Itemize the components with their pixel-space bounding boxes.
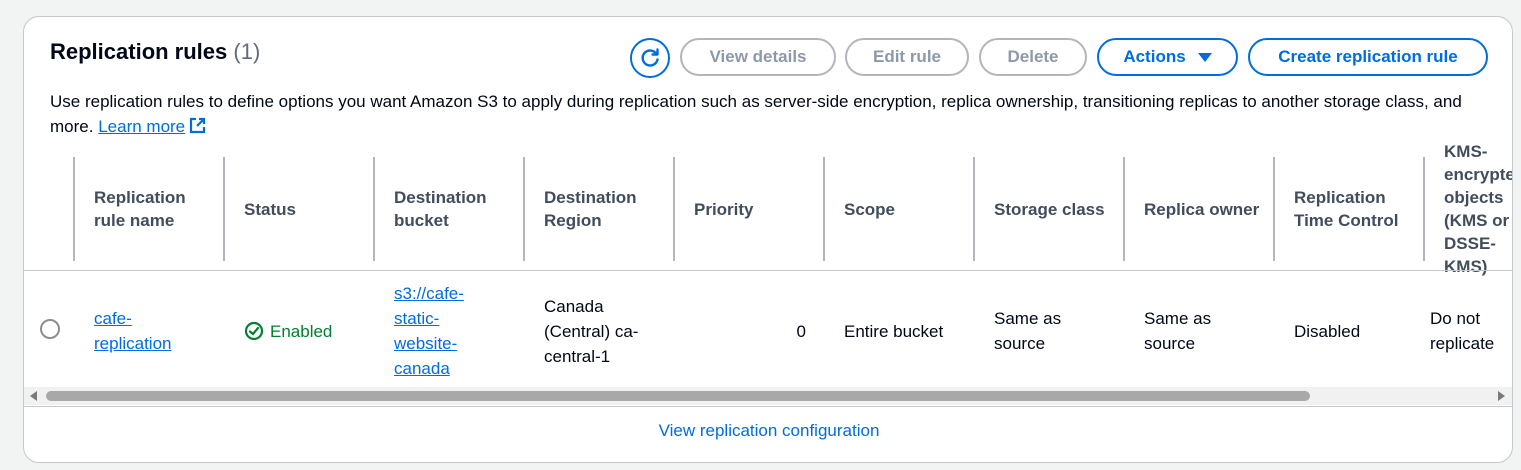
scroll-right-arrow-icon[interactable] — [1498, 391, 1505, 401]
column-label: KMS-encrypted objects (KMS or DSSE-KMS) — [1444, 142, 1512, 276]
scope-text: Entire bucket — [844, 321, 944, 341]
table-cell-priority: 0 — [694, 281, 806, 381]
page-title: Replication rules (1) — [50, 39, 260, 65]
column-label: Destination bucket — [394, 188, 487, 230]
replication-rules-panel: Replication rules (1) View details Edit … — [23, 16, 1513, 463]
column-divider — [673, 157, 675, 261]
view-replication-configuration-link[interactable]: View replication configuration — [659, 421, 880, 440]
kms-text: Do not replicate — [1430, 309, 1495, 353]
view-details-button[interactable]: View details — [680, 38, 836, 76]
row-select-radio[interactable] — [40, 319, 60, 339]
learn-more-label: Learn more — [98, 117, 186, 136]
create-replication-rule-button[interactable]: Create replication rule — [1248, 38, 1488, 76]
column-header-status[interactable]: Status — [244, 157, 369, 261]
table-cell-rtc: Disabled — [1294, 281, 1419, 381]
view-details-label: View details — [709, 47, 807, 66]
column-header-destination-region[interactable]: Destination Region — [544, 157, 669, 261]
refresh-icon — [641, 48, 659, 67]
column-header-rule-name[interactable]: Replication rule name — [94, 157, 219, 261]
column-header-replication-time-control[interactable]: Replication Time Control — [1294, 157, 1419, 261]
column-label: Storage class — [994, 199, 1105, 219]
table-cell-destination-region: Canada (Central) ca-central-1 — [544, 281, 649, 381]
column-divider — [973, 157, 975, 261]
rtc-text: Disabled — [1294, 321, 1361, 341]
column-header-replica-owner[interactable]: Replica owner — [1144, 157, 1269, 261]
refresh-button[interactable] — [630, 38, 670, 78]
column-divider — [523, 157, 525, 261]
replica-owner-text: Same as source — [1144, 309, 1212, 353]
description-text: Use replication rules to define options … — [50, 92, 1462, 136]
column-label: Status — [244, 199, 296, 219]
edit-rule-button[interactable]: Edit rule — [845, 38, 969, 76]
scrollbar-thumb[interactable] — [46, 391, 1310, 401]
column-label: Replication rule name — [94, 188, 186, 230]
table-cell-scope: Entire bucket — [844, 281, 969, 381]
footer: View replication configuration — [24, 421, 1512, 441]
actions-dropdown-button[interactable]: Actions — [1097, 38, 1238, 76]
column-divider — [223, 157, 225, 261]
column-divider — [73, 157, 75, 261]
column-label: Replication Time Control — [1294, 188, 1399, 230]
learn-more-link[interactable]: Learn more — [98, 117, 206, 136]
rule-count: (1) — [233, 39, 261, 64]
column-divider — [1423, 157, 1425, 261]
column-header-destination-bucket[interactable]: Destination bucket — [394, 157, 519, 261]
rule-name-link[interactable]: cafe-replication — [94, 306, 194, 356]
table-cell-destination-bucket: s3://cafe-static-website-canada — [394, 281, 476, 381]
table-cell-storage-class: Same as source — [994, 281, 1084, 381]
status-text: Enabled — [270, 321, 333, 341]
column-header-storage-class[interactable]: Storage class — [994, 157, 1119, 261]
table-cell-status: Enabled — [244, 281, 369, 381]
destination-bucket-link[interactable]: s3://cafe-static-website-canada — [394, 281, 476, 381]
priority-text: 0 — [796, 321, 806, 341]
table-cell-kms: Do not replicate — [1430, 281, 1512, 381]
delete-button[interactable]: Delete — [979, 38, 1087, 76]
check-circle-icon — [244, 321, 264, 341]
column-label: Scope — [844, 199, 896, 219]
column-header-priority[interactable]: Priority — [694, 157, 819, 261]
storage-class-text: Same as source — [994, 309, 1062, 353]
header-divider — [24, 270, 1512, 271]
column-divider — [1123, 157, 1125, 261]
scroll-left-arrow-icon[interactable] — [30, 391, 37, 401]
table-cell-replica-owner: Same as source — [1144, 281, 1234, 381]
column-label: Priority — [694, 199, 754, 219]
caret-down-icon — [1197, 52, 1212, 62]
column-divider — [1273, 157, 1275, 261]
create-rule-label: Create replication rule — [1278, 47, 1458, 66]
footer-divider — [24, 406, 1512, 407]
table-cell-rule-name: cafe-replication — [94, 281, 194, 381]
column-label: Destination Region — [544, 188, 637, 230]
column-divider — [373, 157, 375, 261]
delete-label: Delete — [1007, 47, 1059, 66]
column-divider — [823, 157, 825, 261]
column-header-scope[interactable]: Scope — [844, 157, 969, 261]
actions-label: Actions — [1123, 47, 1186, 66]
edit-rule-label: Edit rule — [872, 47, 941, 66]
external-link-icon — [190, 117, 206, 134]
title-text: Replication rules — [50, 39, 228, 64]
status-badge: Enabled — [244, 319, 332, 344]
description: Use replication rules to define options … — [50, 89, 1480, 139]
region-text: Canada (Central) ca-central-1 — [544, 296, 639, 366]
column-label: Replica owner — [1144, 199, 1260, 219]
column-header-kms-encrypted[interactable]: KMS-encrypted objects (KMS or DSSE-KMS) — [1444, 142, 1512, 276]
